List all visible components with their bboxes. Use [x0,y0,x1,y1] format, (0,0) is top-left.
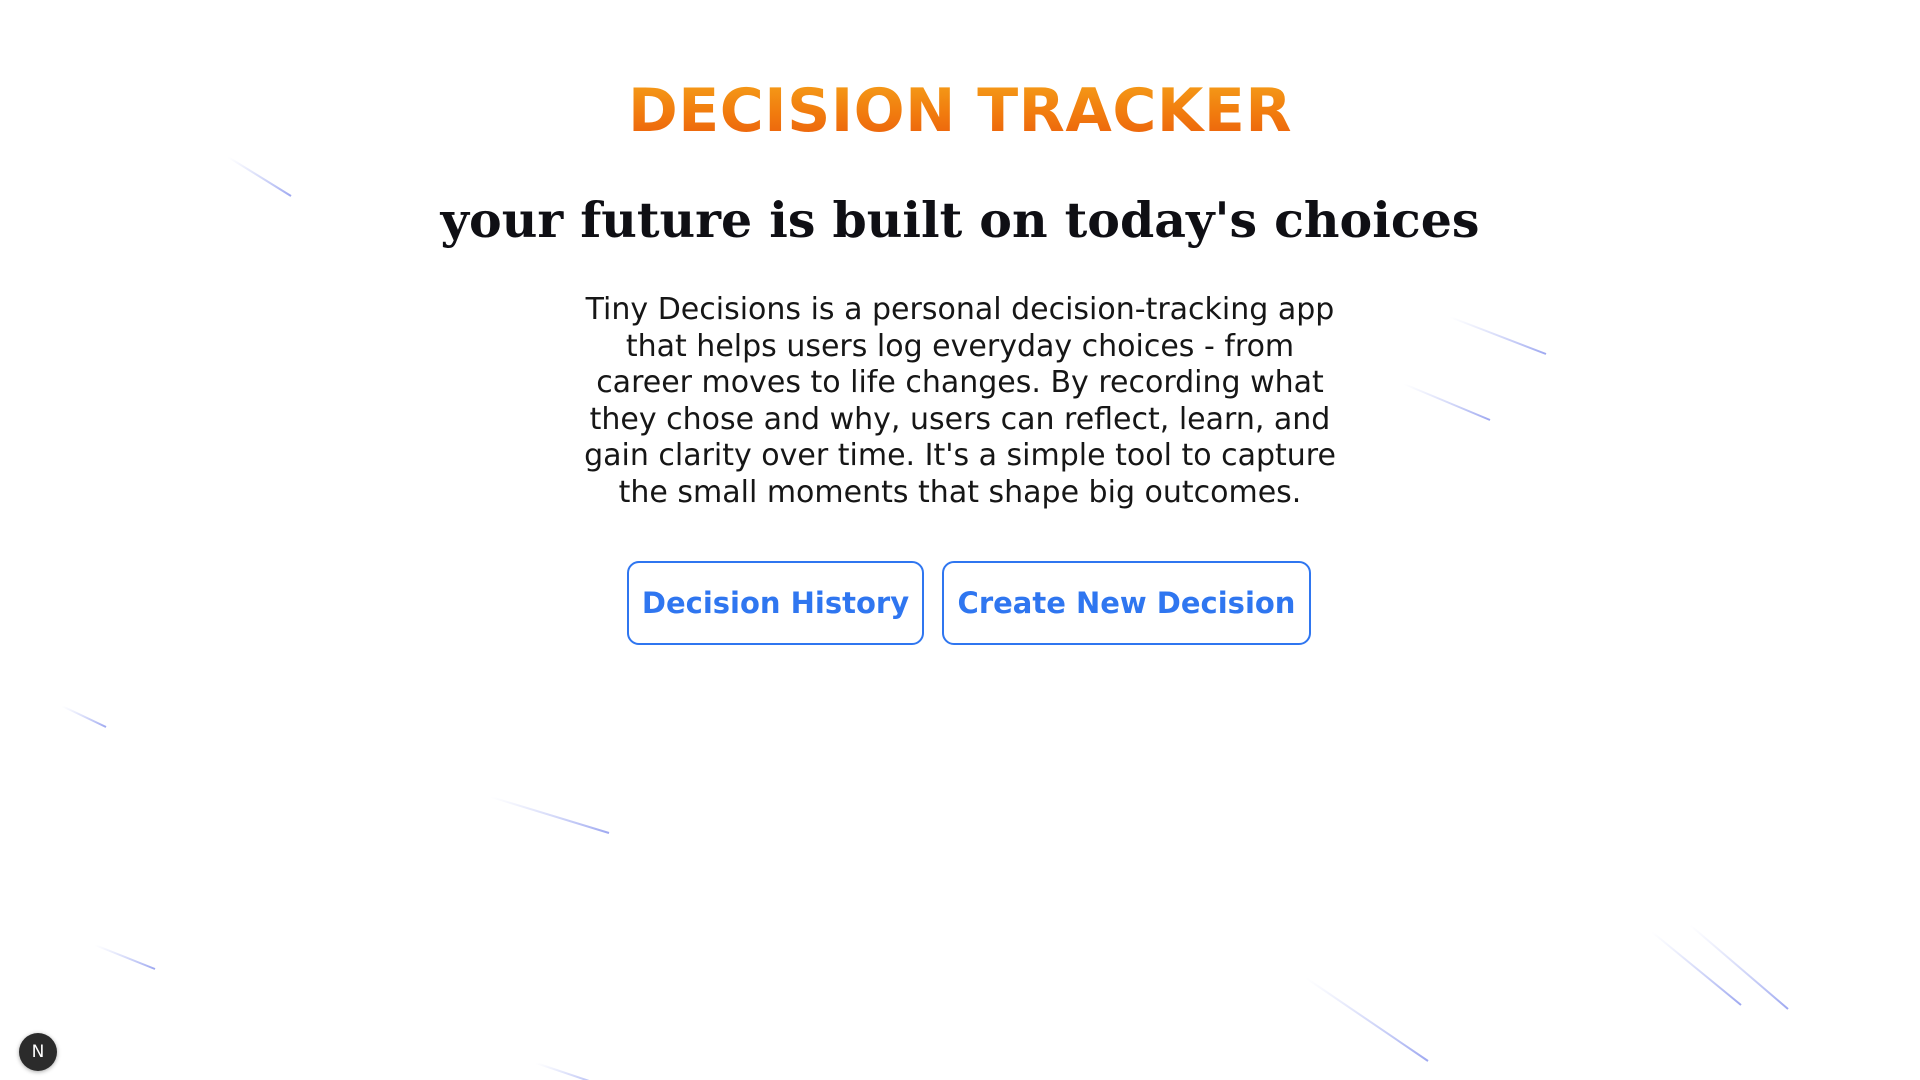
streak [490,796,610,834]
tagline: your future is built on today's choices [440,191,1480,249]
streak [1689,924,1789,1010]
action-buttons: Decision History Create New Decision [0,561,1920,649]
streak [1651,931,1742,1006]
decision-history-button[interactable]: Decision History [627,561,924,645]
streak [1305,977,1429,1062]
create-new-decision-button[interactable]: Create New Decision [942,561,1311,645]
streak [61,705,107,728]
streak [1403,383,1491,421]
landing-page: DECISION TRACKER your future is built on… [0,0,1920,1080]
nextjs-logo-icon: N [31,1042,45,1062]
app-title: DECISION TRACKER [0,76,1920,146]
background-streaks [61,156,1789,1080]
streak [535,1062,590,1080]
app-description: Tiny Decisions is a personal decision-tr… [584,292,1336,510]
streak [1449,316,1547,355]
streak [94,944,156,970]
nextjs-dev-indicator[interactable]: N [19,1033,57,1071]
